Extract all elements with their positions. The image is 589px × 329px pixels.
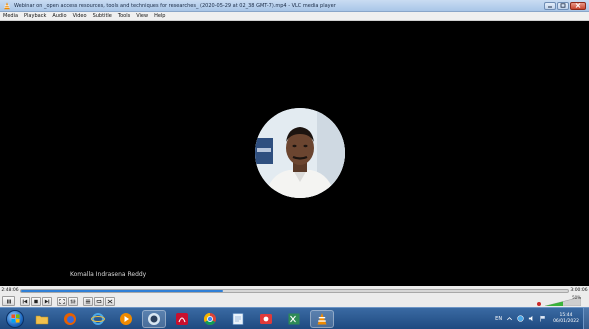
pause-icon (6, 299, 11, 303)
shuffle-button[interactable] (105, 296, 115, 306)
taskbar-explorer[interactable] (30, 310, 54, 328)
taskbar-notepad[interactable] (226, 310, 250, 328)
volume-percentage: 50% (572, 294, 581, 300)
minimize-icon (548, 6, 552, 8)
loop-button[interactable] (94, 296, 104, 306)
vlc-cone-icon (4, 1, 10, 9)
fullscreen-button[interactable] (57, 296, 67, 306)
taskbar-adobe-reader[interactable] (170, 310, 194, 328)
skip-previous-icon (22, 299, 28, 303)
menu-media[interactable]: Media (3, 13, 18, 19)
next-button[interactable] (42, 296, 52, 306)
screen-recorder-icon (260, 313, 272, 324)
taskbar-chrome[interactable] (198, 310, 222, 328)
shuffle-icon (107, 299, 113, 303)
show-desktop-button[interactable] (583, 308, 589, 329)
chevron-up-icon[interactable] (506, 315, 513, 322)
media-center-icon (148, 312, 160, 325)
menu-tools[interactable]: Tools (118, 13, 130, 19)
menu-bar: Media Playback Audio Video Subtitle Tool… (0, 12, 589, 21)
speaker-name-label: Komalla Indrasena Reddy (70, 271, 147, 278)
pdf-reader-icon (176, 312, 188, 325)
fullscreen-icon (59, 298, 65, 304)
menu-playback[interactable]: Playback (24, 13, 46, 19)
language-indicator[interactable]: EN (495, 316, 502, 322)
equalizer-icon (70, 299, 76, 303)
speaker-avatar (255, 108, 345, 198)
menu-audio[interactable]: Audio (52, 13, 66, 19)
system-clock[interactable]: 15:44 06/01/2022 (553, 313, 579, 325)
playlist-button[interactable] (83, 296, 93, 306)
system-tray: EN 15:44 06/01/2022 (495, 313, 579, 325)
menu-subtitle[interactable]: Subtitle (93, 13, 112, 19)
start-button[interactable] (6, 309, 24, 328)
spreadsheet-icon (288, 313, 300, 324)
window-title-bar: Webinar on _open access resources, tools… (0, 0, 589, 12)
windows-taskbar: EN 15:44 06/01/2022 (0, 307, 589, 329)
maximize-icon (560, 3, 566, 8)
menu-help[interactable]: Help (154, 13, 165, 19)
total-time: 3:00:06 (570, 288, 588, 293)
firefox-icon (64, 312, 76, 325)
notepad-icon (232, 312, 244, 325)
folder-icon (35, 315, 49, 324)
media-player-icon (120, 312, 132, 325)
volume-control[interactable]: 50% (535, 294, 583, 307)
mute-speaker-icon[interactable] (537, 301, 541, 306)
seek-row: 2:48:06 3:00:06 (0, 286, 589, 295)
taskbar-vlc[interactable] (310, 309, 334, 328)
internet-explorer-icon (91, 312, 105, 325)
pause-button[interactable] (2, 296, 15, 306)
loop-icon (96, 299, 102, 303)
vlc-cone-icon (317, 312, 327, 324)
chrome-icon (203, 312, 216, 325)
close-button[interactable] (570, 1, 586, 10)
stop-icon (34, 299, 38, 303)
menu-view[interactable]: View (136, 13, 148, 19)
previous-button[interactable] (20, 296, 30, 306)
taskbar-spreadsheet[interactable] (282, 310, 306, 328)
stop-button[interactable] (31, 296, 41, 306)
maximize-button[interactable] (557, 1, 569, 10)
taskbar-presentation[interactable] (254, 310, 278, 328)
minimize-button[interactable] (544, 1, 556, 10)
taskbar-media-player[interactable] (114, 310, 138, 328)
playback-controls: 50% (0, 295, 589, 307)
skip-next-icon (44, 299, 50, 303)
windows-logo-icon (10, 314, 20, 323)
seek-progress-fill (21, 289, 224, 292)
clock-date: 06/01/2022 (553, 318, 579, 324)
close-icon (575, 3, 581, 8)
network-icon[interactable] (517, 315, 524, 322)
playlist-icon (85, 299, 91, 303)
extended-settings-button[interactable] (68, 296, 78, 306)
menu-video[interactable]: Video (73, 13, 87, 19)
taskbar-internet-explorer[interactable] (86, 310, 110, 328)
flag-icon[interactable] (539, 315, 546, 322)
elapsed-time: 2:48:06 (1, 288, 19, 293)
taskbar-firefox[interactable] (58, 310, 82, 328)
volume-tray-icon[interactable] (528, 315, 535, 322)
taskbar-app-dark[interactable] (142, 309, 166, 328)
window-title: Webinar on _open access resources, tools… (14, 2, 336, 9)
seek-bar[interactable] (20, 288, 569, 293)
